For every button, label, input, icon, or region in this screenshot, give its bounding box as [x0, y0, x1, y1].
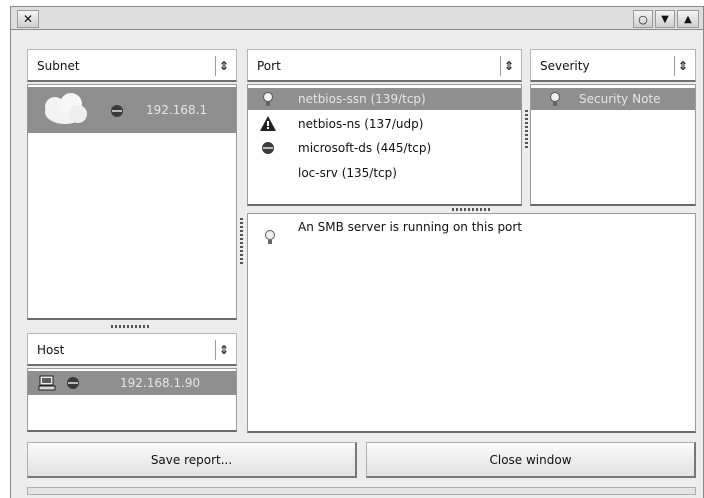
save-report-button[interactable]: Save report...	[27, 442, 357, 478]
port-name: loc-srv (135/tcp)	[298, 166, 397, 180]
bulb-icon	[265, 230, 275, 244]
info-icon	[67, 377, 79, 389]
restore-icon[interactable]: ○	[633, 10, 653, 28]
severity-label: Severity	[540, 59, 590, 73]
severity-combo[interactable]: Severity ⇕	[530, 49, 696, 82]
port-list[interactable]: netbios-ssn (139/tcp) netbios-ns (137/ud…	[247, 84, 522, 206]
port-name: microsoft-ds (445/tcp)	[298, 141, 432, 155]
port-row[interactable]: netbios-ns (137/udp)	[248, 113, 521, 135]
horizontal-splitter-handle[interactable]	[525, 110, 528, 150]
port-name: netbios-ns (137/udp)	[298, 117, 424, 131]
host-combo[interactable]: Host ⇕	[27, 333, 237, 366]
host-row[interactable]: 192.168.1.90	[28, 371, 236, 395]
port-label: Port	[257, 59, 281, 73]
bulb-icon	[550, 92, 560, 106]
title-bar: ✕ ○ ▼ ▲	[10, 6, 704, 30]
info-icon	[111, 105, 123, 117]
cloud-icon	[45, 93, 87, 124]
subnet-label: Subnet	[37, 59, 80, 73]
horizontal-splitter-handle[interactable]	[240, 218, 243, 266]
subnet-list[interactable]: 192.168.1	[27, 84, 237, 320]
host-address: 192.168.1.90	[120, 376, 201, 390]
port-row[interactable]: loc-srv (135/tcp)	[248, 162, 521, 184]
vertical-splitter-handle[interactable]	[452, 208, 492, 211]
close-window-button[interactable]: Close window	[366, 442, 696, 478]
host-spin-icon[interactable]: ⇕	[215, 340, 232, 360]
details-panel[interactable]: An SMB server is running on this port	[247, 213, 696, 433]
details-text: An SMB server is running on this port	[298, 220, 523, 234]
port-spin-icon[interactable]: ⇕	[500, 56, 517, 76]
host-label: Host	[37, 343, 65, 357]
port-name: netbios-ssn (139/tcp)	[298, 92, 426, 106]
info-icon	[262, 142, 274, 154]
shade-icon[interactable]: ▲	[677, 10, 699, 28]
bulb-icon	[263, 92, 273, 106]
port-combo[interactable]: Port ⇕	[247, 49, 522, 82]
warning-icon	[260, 116, 276, 131]
subnet-combo[interactable]: Subnet ⇕	[27, 49, 237, 82]
close-window-icon[interactable]: ✕	[17, 10, 39, 28]
severity-row[interactable]: Security Note	[531, 88, 695, 110]
menu-icon[interactable]: ▼	[655, 10, 675, 28]
host-list[interactable]: 192.168.1.90	[27, 368, 237, 432]
subnet-spin-icon[interactable]: ⇕	[215, 56, 232, 76]
port-row[interactable]: microsoft-ds (445/tcp)	[248, 137, 521, 159]
subnet-address: 192.168.1	[146, 103, 208, 117]
status-strip	[27, 487, 696, 495]
severity-spin-icon[interactable]: ⇕	[674, 56, 691, 76]
vertical-splitter-handle[interactable]	[111, 325, 151, 328]
subnet-row[interactable]: 192.168.1	[28, 87, 236, 133]
port-row[interactable]: netbios-ssn (139/tcp)	[248, 88, 521, 110]
computer-icon	[38, 375, 56, 391]
severity-list[interactable]: Security Note	[530, 84, 696, 206]
severity-name: Security Note	[579, 92, 661, 106]
